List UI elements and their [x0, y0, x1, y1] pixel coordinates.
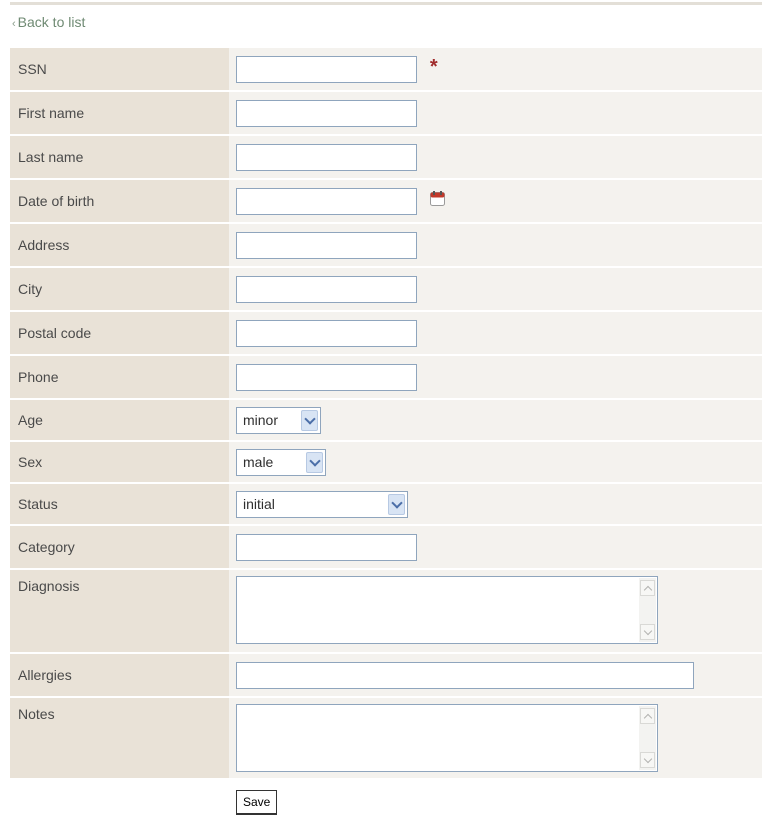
- status-select-value: initial: [243, 495, 275, 512]
- address-label: Address: [10, 224, 229, 268]
- scroll-up-icon[interactable]: [640, 708, 655, 724]
- address-input[interactable]: [236, 231, 417, 259]
- diagnosis-label: Diagnosis: [10, 570, 229, 654]
- required-asterisk-icon: *: [429, 55, 438, 78]
- category-label: Category: [10, 526, 229, 570]
- postal-code-field-cell: [229, 312, 762, 356]
- date-of-birth-label: Date of birth: [10, 180, 229, 224]
- phone-input[interactable]: [236, 363, 417, 391]
- city-input[interactable]: [236, 275, 417, 303]
- diagnosis-textarea[interactable]: [236, 576, 658, 644]
- form-row-last-name: Last name: [10, 136, 762, 180]
- last-name-input[interactable]: [236, 143, 417, 171]
- first-name-label: First name: [10, 92, 229, 136]
- notes-textarea[interactable]: [236, 704, 658, 772]
- postal-code-input[interactable]: [236, 319, 417, 347]
- patient-form: SSN * First name Last name Date of birth: [10, 48, 762, 780]
- back-chevron-icon: ‹: [12, 18, 16, 30]
- form-row-first-name: First name: [10, 92, 762, 136]
- form-row-ssn: SSN *: [10, 48, 762, 92]
- form-row-postal-code: Postal code: [10, 312, 762, 356]
- scroll-up-icon[interactable]: [640, 580, 655, 596]
- address-field-cell: [229, 224, 762, 268]
- sex-label: Sex: [10, 442, 229, 484]
- status-field-cell: initial: [229, 484, 762, 526]
- status-select[interactable]: initial: [236, 490, 408, 518]
- phone-field-cell: [229, 356, 762, 400]
- chevron-down-icon[interactable]: [388, 493, 405, 515]
- notes-label: Notes: [10, 698, 229, 780]
- top-divider: [10, 2, 762, 5]
- back-to-list-link[interactable]: ‹ Back to list: [12, 14, 85, 30]
- date-of-birth-input[interactable]: [236, 187, 417, 215]
- form-row-category: Category: [10, 526, 762, 570]
- age-select-value: minor: [243, 411, 279, 428]
- diagnosis-scrollbar[interactable]: [639, 578, 656, 642]
- ssn-field-cell: *: [229, 48, 762, 92]
- chevron-down-icon[interactable]: [306, 451, 323, 473]
- form-row-diagnosis: Diagnosis: [10, 570, 762, 654]
- allergies-field-cell: [229, 654, 762, 698]
- allergies-input[interactable]: [236, 661, 694, 689]
- form-row-age: Age minor: [10, 400, 762, 442]
- save-button[interactable]: Save: [236, 790, 278, 815]
- city-field-cell: [229, 268, 762, 312]
- ssn-input[interactable]: [236, 55, 417, 83]
- last-name-field-cell: [229, 136, 762, 180]
- scroll-down-icon[interactable]: [640, 624, 655, 640]
- scroll-down-icon[interactable]: [640, 752, 655, 768]
- calendar-icon[interactable]: [429, 190, 445, 206]
- back-to-list-label: Back to list: [17, 14, 86, 30]
- age-select[interactable]: minor: [236, 406, 321, 434]
- form-row-date-of-birth: Date of birth: [10, 180, 762, 224]
- form-row-notes: Notes: [10, 698, 762, 780]
- notes-scrollbar[interactable]: [639, 706, 656, 770]
- age-field-cell: minor: [229, 400, 762, 442]
- form-row-allergies: Allergies: [10, 654, 762, 698]
- sex-field-cell: male: [229, 442, 762, 484]
- city-label: City: [10, 268, 229, 312]
- form-row-city: City: [10, 268, 762, 312]
- form-row-phone: Phone: [10, 356, 762, 400]
- first-name-input[interactable]: [236, 99, 417, 127]
- sex-select[interactable]: male: [236, 448, 326, 476]
- notes-field-cell: [229, 698, 762, 780]
- chevron-down-icon[interactable]: [301, 409, 318, 431]
- diagnosis-field-cell: [229, 570, 762, 654]
- last-name-label: Last name: [10, 136, 229, 180]
- ssn-label: SSN: [10, 48, 229, 92]
- first-name-field-cell: [229, 92, 762, 136]
- allergies-label: Allergies: [10, 654, 229, 698]
- form-row-address: Address: [10, 224, 762, 268]
- category-input[interactable]: [236, 533, 417, 561]
- form-row-sex: Sex male: [10, 442, 762, 484]
- age-label: Age: [10, 400, 229, 442]
- form-row-status: Status initial: [10, 484, 762, 526]
- postal-code-label: Postal code: [10, 312, 229, 356]
- date-of-birth-field-cell: [229, 180, 762, 224]
- phone-label: Phone: [10, 356, 229, 400]
- sex-select-value: male: [243, 453, 274, 470]
- status-label: Status: [10, 484, 229, 526]
- category-field-cell: [229, 526, 762, 570]
